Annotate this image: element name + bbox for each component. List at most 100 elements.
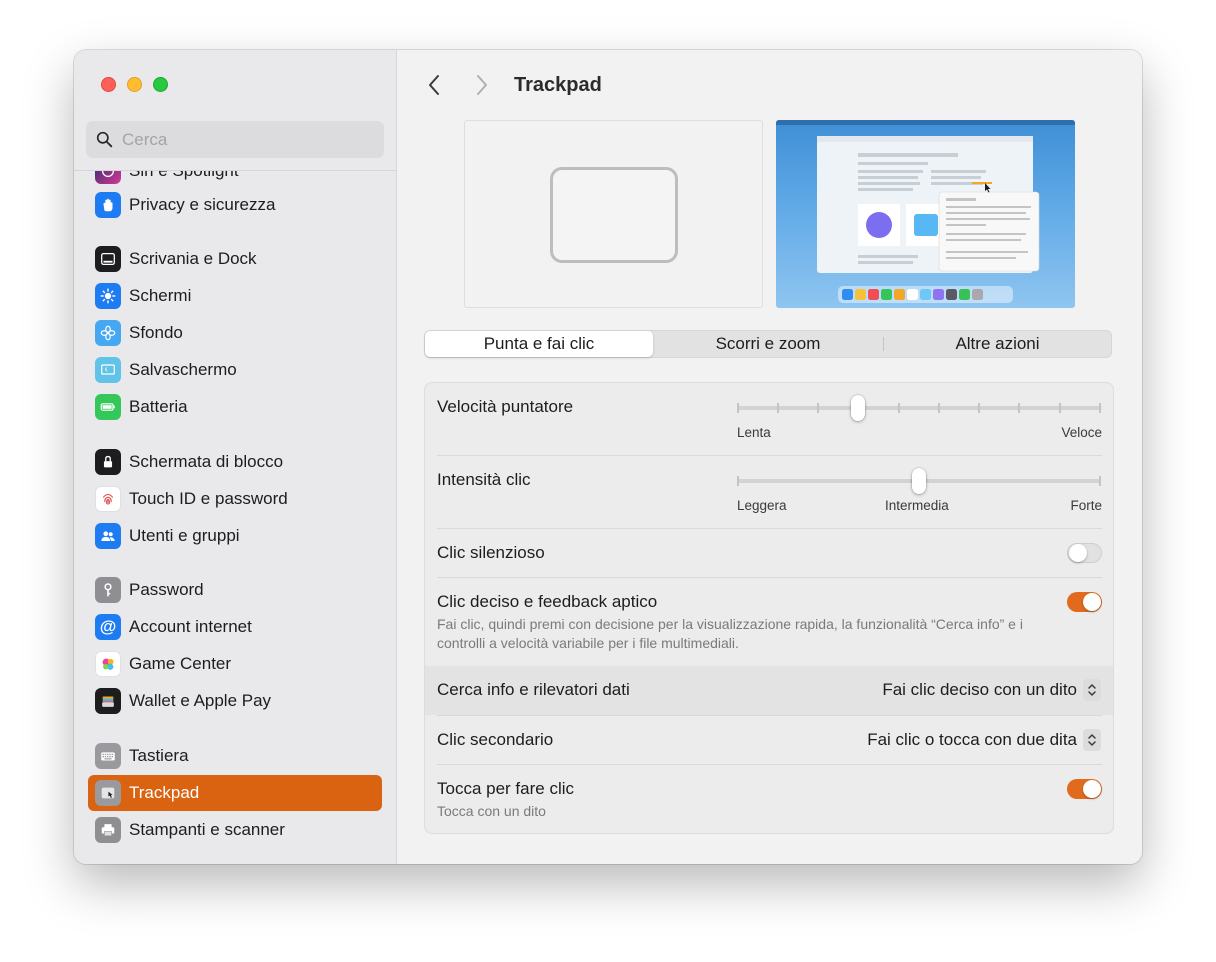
force-click-description: Fai clic, quindi premi con decisione per… — [437, 616, 1023, 651]
slider-tick — [978, 403, 980, 413]
trackpad-icon — [95, 780, 121, 806]
chevron-right-icon — [477, 75, 487, 95]
click-intensity-min-label: Leggera — [737, 498, 787, 513]
tap-to-click-toggle[interactable] — [1067, 779, 1102, 799]
sidebar-item-label: Schermata di blocco — [129, 452, 284, 471]
sidebar-item-battery[interactable]: Batteria — [88, 389, 382, 425]
sidebar-item-label: Game Center — [129, 654, 232, 673]
click-intensity-row: Intensità clic Leggera Intermedia Forte — [425, 456, 1113, 528]
secondary-click-row: Clic secondario Fai clic o tocca con due… — [425, 716, 1113, 764]
sidebar-item-users-groups[interactable]: Utenti e gruppi — [88, 518, 382, 554]
silent-click-toggle[interactable] — [1067, 543, 1102, 563]
sidebar-item-label: Stampanti e scanner — [129, 820, 285, 839]
settings-panel: Velocità puntatore Lenta Veloce Intensit… — [424, 382, 1114, 834]
minimize-window-button[interactable] — [127, 77, 142, 92]
tap-to-click-label: Tocca per fare clic — [437, 779, 574, 798]
tap-to-click-row: Tocca per fare clic Tocca con un dito — [425, 765, 1113, 833]
tab-point-click[interactable]: Punta e fai clic — [425, 331, 653, 357]
lookup-row: Cerca info e rilevatori dati Fai clic de… — [425, 666, 1113, 715]
slider-tick — [1099, 476, 1101, 486]
toggle-knob — [1083, 780, 1101, 798]
keyboard-icon — [95, 743, 121, 769]
sidebar-item-internet-accounts[interactable]: @ Account internet — [88, 609, 382, 645]
click-intensity-max-label: Forte — [1070, 498, 1102, 513]
sidebar-item-wallpaper[interactable]: Sfondo — [88, 315, 382, 351]
sidebar-item-trackpad[interactable]: Trackpad — [88, 775, 382, 811]
chevron-left-icon — [429, 75, 439, 95]
lookup-value: Fai clic deciso con un dito — [882, 680, 1077, 699]
sidebar-item-label: Password — [129, 580, 204, 599]
forward-button[interactable] — [470, 72, 494, 98]
slider-tick — [938, 403, 940, 413]
search-icon — [96, 131, 113, 148]
sidebar-item-label: Salvaschermo — [129, 360, 237, 379]
up-down-chevron-icon — [1083, 729, 1101, 751]
tab-scroll-zoom[interactable]: Scorri e zoom — [654, 331, 882, 357]
click-intensity-slider[interactable] — [737, 468, 1101, 494]
sun-icon — [95, 283, 121, 309]
pointer-speed-knob[interactable] — [851, 395, 865, 421]
page-title: Trackpad — [514, 74, 602, 96]
sidebar-item-label: Utenti e gruppi — [129, 526, 240, 545]
printer-icon — [95, 817, 121, 843]
sidebar-item-touch-id[interactable]: Touch ID e password — [88, 481, 382, 517]
sidebar-item-game-center[interactable]: Game Center — [88, 646, 382, 682]
force-click-toggle[interactable] — [1067, 592, 1102, 612]
game-center-icon — [95, 651, 121, 677]
tap-to-click-sub: Tocca con un dito — [437, 803, 546, 819]
sidebar-item-label: Wallet e Apple Pay — [129, 691, 272, 710]
battery-icon — [95, 394, 121, 420]
sidebar-item-passwords[interactable]: Password — [88, 572, 382, 608]
close-window-button[interactable] — [101, 77, 116, 92]
sidebar-item-displays[interactable]: Schermi — [88, 278, 382, 314]
zoom-window-button[interactable] — [153, 77, 168, 92]
slider-tick — [1018, 403, 1020, 413]
sidebar-item-desktop-dock[interactable]: Scrivania e Dock — [88, 241, 382, 277]
secondary-click-popup[interactable]: Fai clic o tocca con due dita — [867, 729, 1101, 751]
sidebar: Siri e Spotlight Privacy e sicurezza Scr… — [74, 50, 397, 864]
sidebar-item-label: Scrivania e Dock — [129, 249, 257, 268]
sidebar-item-printers[interactable]: Stampanti e scanner — [88, 812, 382, 848]
sidebar-item-wallet[interactable]: Wallet e Apple Pay — [88, 683, 382, 719]
secondary-click-value: Fai clic o tocca con due dita — [867, 730, 1077, 749]
key-icon — [95, 577, 121, 603]
trackpad-preview — [464, 120, 763, 308]
fingerprint-icon — [95, 486, 121, 512]
sidebar-item-screensaver[interactable]: Salvaschermo — [88, 352, 382, 388]
users-icon — [95, 523, 121, 549]
at-icon: @ — [95, 614, 121, 640]
sidebar-item-label: Tastiera — [129, 746, 189, 765]
sidebar-item-keyboard[interactable]: Tastiera — [88, 738, 382, 774]
silent-click-row: Clic silenzioso — [425, 529, 1113, 577]
silent-click-label: Clic silenzioso — [437, 543, 545, 562]
slider-tick — [898, 403, 900, 413]
slider-tick — [777, 403, 779, 413]
hand-icon — [95, 192, 121, 218]
back-button[interactable] — [422, 72, 446, 98]
settings-window: Siri e Spotlight Privacy e sicurezza Scr… — [74, 50, 1142, 864]
pointer-speed-slider[interactable] — [737, 395, 1101, 421]
pointer-speed-row: Velocità puntatore Lenta Veloce — [425, 383, 1113, 455]
sidebar-item-privacy[interactable]: Privacy e sicurezza — [88, 187, 382, 223]
sidebar-item-label: Privacy e sicurezza — [129, 195, 276, 214]
secondary-click-label: Clic secondario — [437, 730, 554, 749]
pointer-speed-label: Velocità puntatore — [437, 397, 574, 416]
tab-more-gestures[interactable]: Altre azioni — [884, 331, 1111, 357]
lookup-popup[interactable]: Fai clic deciso con un dito — [882, 679, 1101, 701]
search-box[interactable] — [86, 121, 384, 158]
sidebar-item-lock-screen[interactable]: Schermata di blocco — [88, 444, 382, 480]
desktop-illustration — [776, 120, 1075, 303]
dock-icon — [95, 246, 121, 272]
sidebar-item-label: Sfondo — [129, 323, 183, 342]
screensaver-icon — [95, 357, 121, 383]
click-intensity-knob[interactable] — [912, 468, 926, 494]
tab-bar: Punta e fai clic Scorri e zoom Altre azi… — [424, 330, 1112, 358]
sidebar-item-label: Account internet — [129, 617, 252, 636]
sidebar-list: Siri e Spotlight Privacy e sicurezza Scr… — [74, 171, 397, 864]
search-input[interactable] — [122, 129, 362, 150]
wallet-icon — [95, 688, 121, 714]
click-intensity-mid-label: Intermedia — [885, 498, 949, 513]
toggle-knob — [1083, 593, 1101, 611]
sidebar-item-label: Siri e Spotlight — [129, 171, 239, 181]
pointer-speed-max-label: Veloce — [1061, 425, 1102, 440]
